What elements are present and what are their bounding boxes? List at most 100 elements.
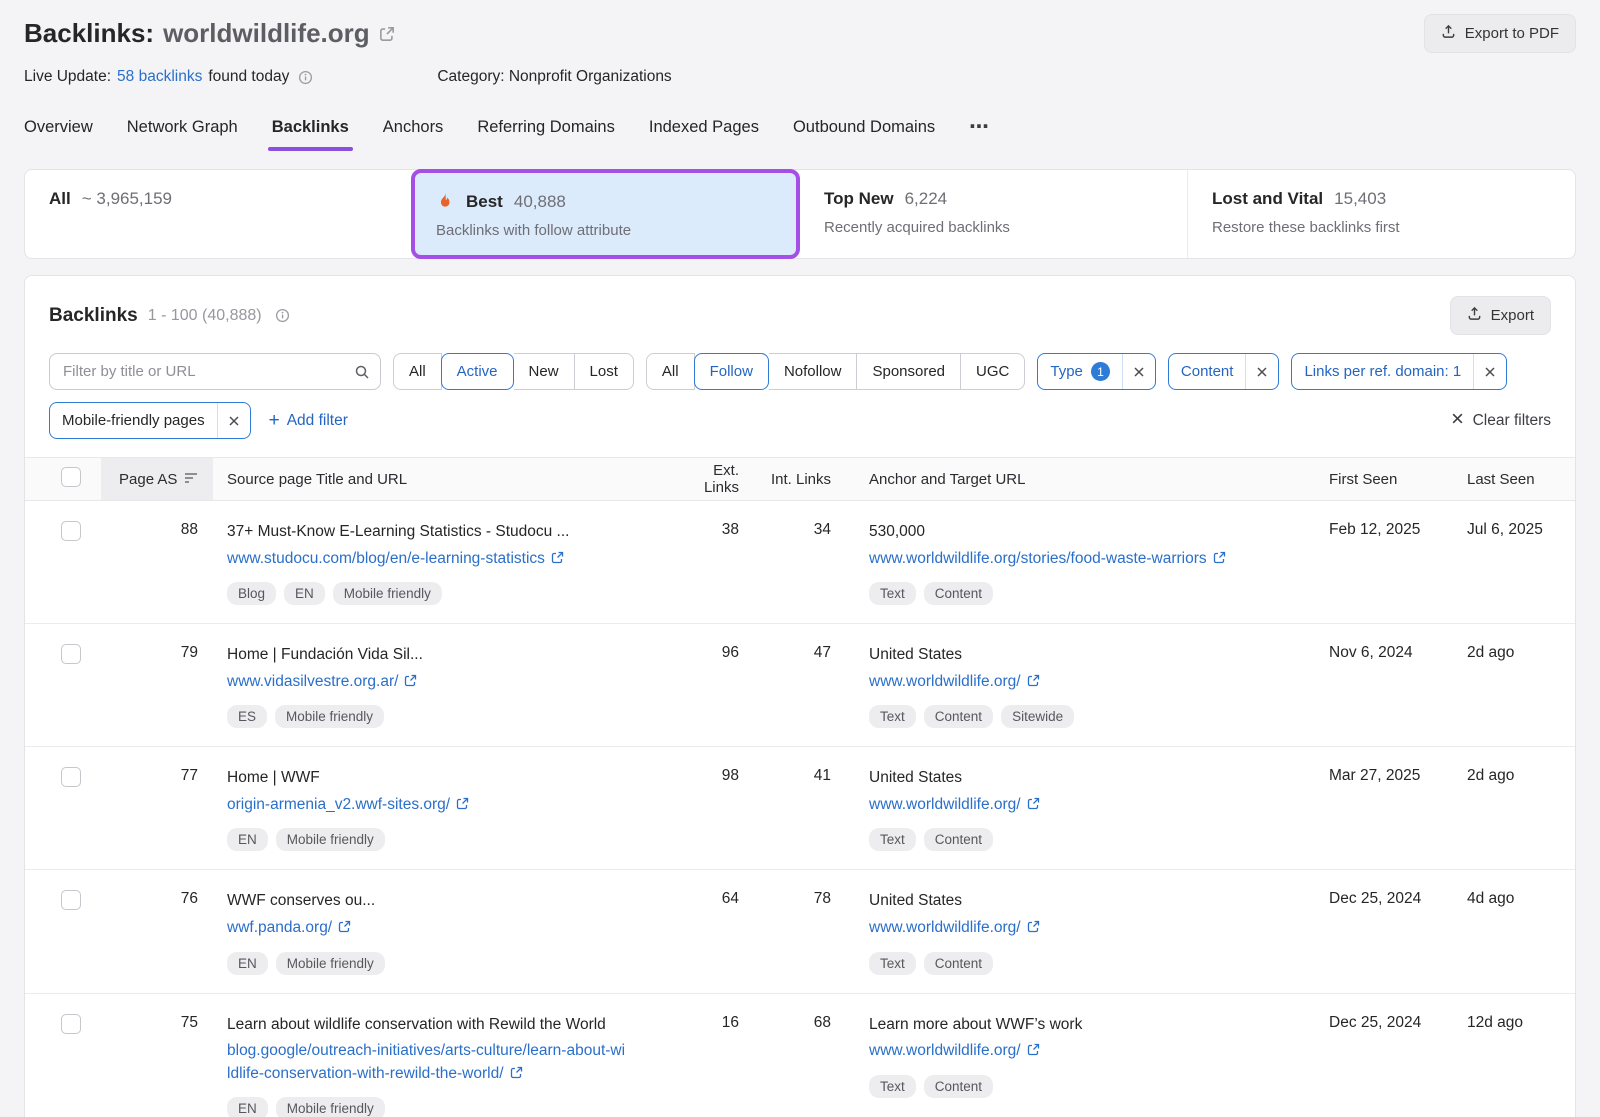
- row-checkbox[interactable]: [61, 644, 81, 664]
- external-link-icon: [1027, 1043, 1040, 1056]
- close-icon: [1451, 412, 1464, 430]
- target-url-link[interactable]: www.worldwildlife.org/stories/food-waste…: [869, 550, 1207, 567]
- card-title: Lost and Vital: [1212, 189, 1323, 209]
- source-url-link[interactable]: www.studocu.com/blog/en/e-learning-stati…: [227, 550, 545, 567]
- source-url-link[interactable]: www.vidasilvestre.org.ar/: [227, 673, 398, 690]
- card-all[interactable]: All ~ 3,965,159: [25, 170, 412, 258]
- chip-label: Links per ref. domain: 1: [1304, 363, 1461, 380]
- upload-icon: [1467, 306, 1482, 325]
- source-title: WWF conserves ou...: [227, 890, 627, 912]
- tag-pill: Text: [869, 828, 916, 851]
- info-icon[interactable]: [275, 308, 290, 323]
- tag-pill: Content: [924, 828, 993, 851]
- source-title: Home | WWF: [227, 767, 627, 789]
- last-seen: 4d ago: [1443, 890, 1575, 908]
- card-title: Top New: [824, 189, 894, 209]
- tag-pill: Content: [924, 952, 993, 975]
- remove-filter-icon[interactable]: [1122, 354, 1155, 389]
- filter-chip-links-per-domain[interactable]: Links per ref. domain: 1: [1291, 353, 1507, 390]
- activity-new[interactable]: New: [514, 353, 575, 390]
- card-title: Best: [466, 192, 503, 212]
- tab-indexed-pages[interactable]: Indexed Pages: [649, 118, 759, 141]
- target-tags: TextContentSitewide: [869, 705, 1283, 728]
- select-all-checkbox[interactable]: [61, 467, 81, 487]
- tab-overview[interactable]: Overview: [24, 118, 93, 141]
- last-seen: 12d ago: [1443, 1014, 1575, 1032]
- chip-label: Content: [1181, 363, 1234, 380]
- follow-follow[interactable]: Follow: [694, 353, 769, 390]
- card-subtitle: Backlinks with follow attribute: [436, 222, 775, 239]
- external-link-icon[interactable]: [379, 26, 395, 46]
- table-row: 79 Home | Fundación Vida Sil... www.vida…: [25, 624, 1575, 747]
- remove-filter-icon[interactable]: [1245, 354, 1278, 389]
- source-url-link[interactable]: wwf.panda.org/: [227, 919, 332, 936]
- activity-lost[interactable]: Lost: [575, 353, 634, 390]
- target-tags: TextContent: [869, 582, 1283, 605]
- follow-nofollow[interactable]: Nofollow: [769, 353, 858, 390]
- target-url-link[interactable]: www.worldwildlife.org/: [869, 919, 1021, 936]
- chip-label: Mobile-friendly pages: [62, 412, 205, 429]
- source-title: Home | Fundación Vida Sil...: [227, 644, 627, 666]
- column-page-as[interactable]: Page AS: [101, 458, 213, 500]
- page-title: Backlinks:: [24, 18, 154, 49]
- tag-pill: Content: [924, 582, 993, 605]
- tag-pill: Mobile friendly: [276, 1097, 385, 1117]
- anchor-text: United States: [869, 767, 1283, 789]
- search-icon[interactable]: [354, 364, 370, 380]
- filter-chip-mobile-friendly[interactable]: Mobile-friendly pages: [49, 402, 251, 439]
- activity-active[interactable]: Active: [441, 353, 514, 390]
- tab-backlinks[interactable]: Backlinks: [272, 118, 349, 141]
- more-tabs-button[interactable]: ⋯: [969, 114, 991, 145]
- source-tags: ENMobile friendly: [227, 1097, 627, 1117]
- source-url-link[interactable]: origin-armenia_v2.wwf-sites.org/: [227, 796, 450, 813]
- ext-links-count: 64: [675, 890, 751, 908]
- column-last-seen: Last Seen: [1443, 471, 1575, 488]
- source-url-link[interactable]: blog.google/outreach-initiatives/arts-cu…: [227, 1042, 625, 1081]
- remove-filter-icon[interactable]: [1473, 354, 1506, 389]
- table-row: 75 Learn about wildlife conservation wit…: [25, 994, 1575, 1117]
- tag-pill: EN: [284, 582, 325, 605]
- external-link-icon: [1213, 551, 1226, 564]
- filter-chip-type[interactable]: Type 1: [1037, 353, 1156, 390]
- row-checkbox[interactable]: [61, 521, 81, 541]
- add-filter-button[interactable]: + Add filter: [269, 411, 348, 430]
- row-checkbox[interactable]: [61, 1014, 81, 1034]
- tab-referring-domains[interactable]: Referring Domains: [477, 118, 615, 141]
- target-url-link[interactable]: www.worldwildlife.org/: [869, 673, 1021, 690]
- ext-links-count: 96: [675, 644, 751, 662]
- info-icon[interactable]: [298, 70, 313, 85]
- filter-chip-content[interactable]: Content: [1168, 353, 1280, 390]
- card-lost-and-vital[interactable]: Lost and Vital 15,403 Restore these back…: [1187, 170, 1575, 258]
- tab-outbound-domains[interactable]: Outbound Domains: [793, 118, 935, 141]
- tag-pill: Blog: [227, 582, 276, 605]
- card-value: 15,403: [1334, 189, 1386, 209]
- category-label: Category: Nonprofit Organizations: [437, 68, 671, 86]
- row-checkbox[interactable]: [61, 767, 81, 787]
- clear-filters-button[interactable]: Clear filters: [1451, 412, 1551, 430]
- tag-pill: EN: [227, 828, 268, 851]
- card-top-new[interactable]: Top New 6,224 Recently acquired backlink…: [800, 170, 1187, 258]
- follow-ugc[interactable]: UGC: [961, 353, 1025, 390]
- remove-filter-icon[interactable]: [217, 403, 250, 438]
- target-url-link[interactable]: www.worldwildlife.org/: [869, 1042, 1021, 1059]
- tab-anchors[interactable]: Anchors: [383, 118, 444, 141]
- tag-pill: Content: [924, 705, 993, 728]
- page-as-score: 76: [101, 890, 213, 908]
- first-seen: Feb 12, 2025: [1313, 521, 1443, 539]
- activity-all[interactable]: All: [393, 353, 442, 390]
- live-update-count-link[interactable]: 58 backlinks: [117, 68, 202, 86]
- column-label: Page AS: [119, 471, 177, 488]
- sort-icon: [184, 471, 198, 488]
- export-button[interactable]: Export: [1450, 296, 1551, 335]
- card-best[interactable]: Best 40,888 Backlinks with follow attrib…: [411, 169, 800, 259]
- target-url-link[interactable]: www.worldwildlife.org/: [869, 796, 1021, 813]
- row-checkbox[interactable]: [61, 890, 81, 910]
- export-to-pdf-button[interactable]: Export to PDF: [1424, 14, 1576, 53]
- follow-all[interactable]: All: [646, 353, 695, 390]
- search-input[interactable]: [49, 353, 381, 390]
- external-link-icon: [510, 1066, 523, 1079]
- follow-sponsored[interactable]: Sponsored: [857, 353, 961, 390]
- card-value: ~ 3,965,159: [82, 189, 172, 209]
- table-row: 77 Home | WWF origin-armenia_v2.wwf-site…: [25, 747, 1575, 870]
- tab-network-graph[interactable]: Network Graph: [127, 118, 238, 141]
